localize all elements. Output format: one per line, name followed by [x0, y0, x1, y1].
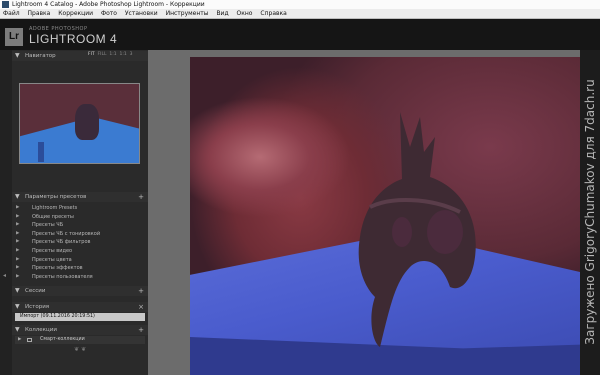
preset-folder[interactable]: ▶ Пресеты ЧБ [16, 221, 144, 230]
preview-mask [75, 104, 99, 140]
menu-window[interactable]: Окно [234, 9, 256, 19]
expand-triangle-icon: ▼ [15, 287, 20, 294]
collections-title: Коллекции [25, 327, 57, 333]
disclosure-icon: ▶ [16, 239, 20, 245]
panel-end-ornament: ❦ ❦ [74, 346, 86, 353]
main-photo[interactable] [190, 57, 580, 375]
collections-header[interactable]: ▼ Коллекции + [12, 325, 148, 335]
sessions-header[interactable]: ▼ Сессии + [12, 286, 148, 296]
history-item[interactable]: Импорт (09.11.2016 20:19:51) [15, 313, 145, 321]
preset-folder[interactable]: ▶ Lightroom Presets [16, 204, 144, 213]
menu-edit[interactable]: Правка [25, 9, 54, 19]
navigator-zoom-options: FIT FILL 1:1 1:1 3 [88, 52, 132, 57]
disclosure-icon: ▶ [16, 247, 20, 253]
disclosure-icon: ▶ [16, 273, 20, 279]
history-title: История [25, 304, 50, 310]
brand-name: LIGHTROOM 4 [29, 32, 118, 46]
disclosure-icon: ▶ [18, 337, 22, 342]
photo-mask-sculpture [358, 112, 476, 347]
add-collection-icon[interactable]: + [138, 325, 144, 335]
zoom-fill[interactable]: FILL [98, 52, 107, 57]
disclosure-icon: ▶ [16, 230, 20, 236]
presets-header[interactable]: ▼ Параметры пресетов + [12, 192, 148, 202]
disclosure-icon: ▶ [16, 256, 20, 262]
menu-settings[interactable]: Установки [122, 9, 161, 19]
preview-table-leg [38, 142, 44, 162]
expand-triangle-icon: ▼ [15, 326, 20, 333]
clear-history-icon[interactable]: × [138, 302, 144, 312]
expand-triangle-icon: ▼ [15, 303, 20, 310]
preset-folder[interactable]: ▶ Пресеты цвета [16, 256, 144, 265]
presets-title: Параметры пресетов [25, 194, 87, 200]
menu-tools[interactable]: Инструменты [163, 9, 212, 19]
menu-file[interactable]: Файл [0, 9, 23, 19]
zoom-fit[interactable]: FIT [88, 52, 95, 57]
preset-folder[interactable]: ▶ Пресеты ЧБ с тонировкой [16, 230, 144, 239]
preset-folder[interactable]: ▶ Пресеты ЧБ фильтров [16, 238, 144, 247]
sessions-title: Сессии [25, 288, 46, 294]
preset-list: ▶ Lightroom Presets ▶ Общие пресеты ▶ Пресе… [16, 204, 144, 281]
collapse-left-icon[interactable]: ◂ [3, 272, 6, 279]
navigator-title: Навигатор [25, 53, 56, 59]
menu-develop[interactable]: Коррекции [55, 9, 96, 19]
window-titlebar: Lightroom 4 Catalog - Adobe Photoshop Li… [0, 0, 600, 9]
collection-item[interactable]: ▶ Смарт-коллекции [15, 336, 145, 344]
expand-triangle-icon: ▼ [15, 52, 20, 59]
zoom-1-1[interactable]: 1:1 [109, 52, 116, 57]
disclosure-icon: ▶ [16, 205, 20, 210]
add-preset-icon[interactable]: + [138, 192, 144, 202]
menu-view[interactable]: Вид [213, 9, 231, 19]
watermark: Загружено GrigoryChumakov для 7dach.ru [583, 79, 597, 345]
folder-icon [27, 338, 32, 342]
history-header[interactable]: ▼ История × [12, 302, 148, 312]
preset-folder[interactable]: ▶ Пресеты видео [16, 247, 144, 256]
menubar: Файл Правка Коррекции Фото Установки Инс… [0, 9, 600, 19]
preset-folder[interactable]: ▶ Общие пресеты [16, 213, 144, 222]
zoom-ratio[interactable]: 1:1 [119, 52, 126, 57]
preset-folder[interactable]: ▶ Пресеты пользователя [16, 273, 144, 282]
navigator-preview[interactable] [19, 83, 140, 164]
menu-help[interactable]: Справка [257, 9, 289, 19]
left-panel-toggle[interactable]: ◂ [0, 50, 12, 375]
window-title: Lightroom 4 Catalog - Adobe Photoshop Li… [12, 1, 205, 8]
zoom-custom[interactable]: 3 [130, 52, 133, 57]
preset-folder[interactable]: ▶ Пресеты эффектов [16, 264, 144, 273]
menu-photo[interactable]: Фото [98, 9, 120, 19]
disclosure-icon: ▶ [16, 213, 20, 219]
lightroom-logo: Lr [5, 28, 23, 46]
expand-triangle-icon: ▼ [15, 193, 20, 200]
disclosure-icon: ▶ [16, 222, 20, 228]
add-session-icon[interactable]: + [138, 286, 144, 296]
app-icon [2, 1, 9, 8]
disclosure-icon: ▶ [16, 265, 20, 271]
